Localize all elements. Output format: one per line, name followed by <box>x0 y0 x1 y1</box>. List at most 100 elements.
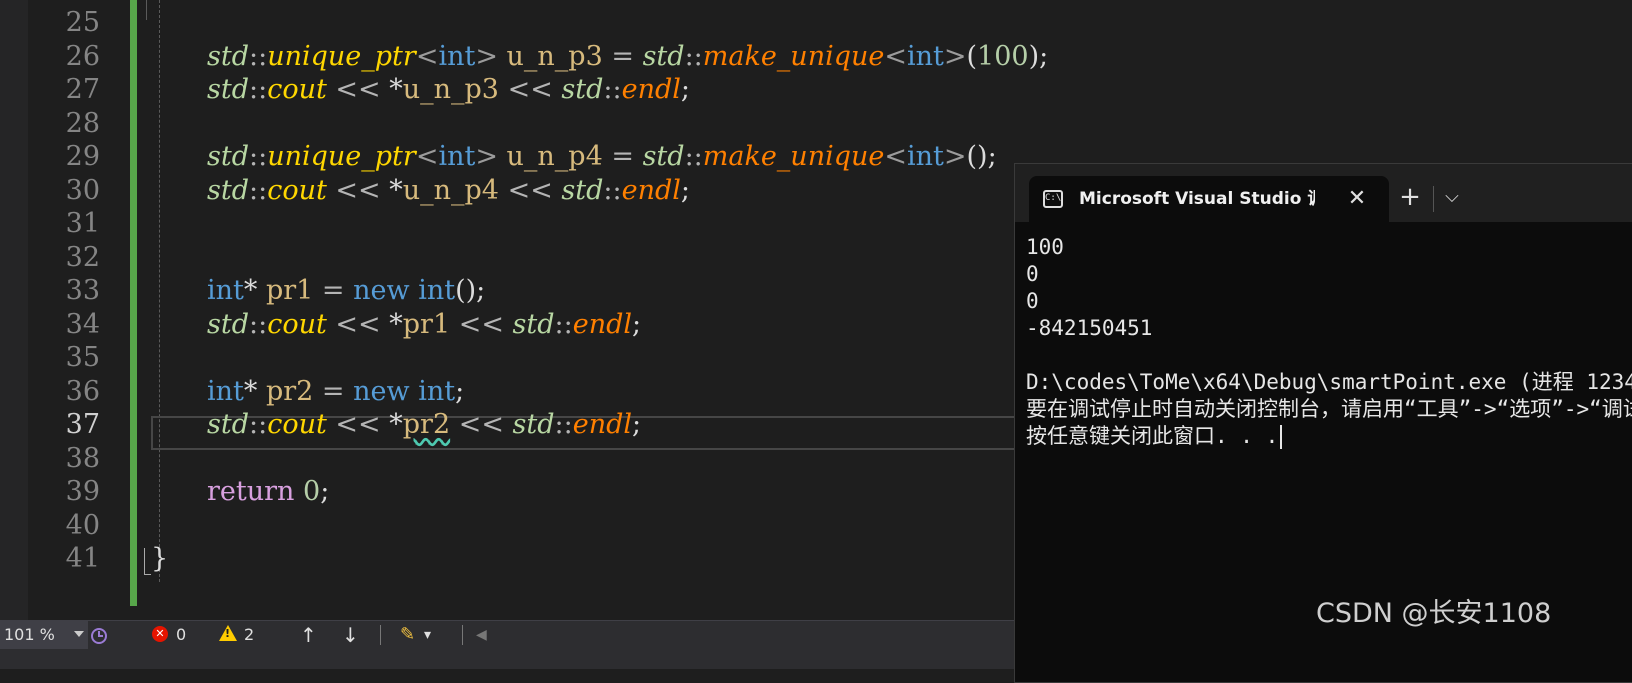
code-token: int <box>207 275 244 306</box>
terminal-icon: C:\ <box>1043 190 1063 208</box>
zoom-level: 101 % <box>4 625 55 644</box>
line-number: 41 <box>65 543 100 574</box>
code-token: endl <box>621 174 681 206</box>
line-number: 30 <box>65 174 100 206</box>
code-token: endl <box>572 308 633 340</box>
code-token: int <box>907 141 944 172</box>
console-tab[interactable]: C:\ Microsoft Visual Studio 调试控制台 ✕ <box>1029 176 1389 222</box>
code-token: :: <box>249 174 268 206</box>
warning-icon-mark: ! <box>225 627 231 640</box>
code-token: > <box>475 40 498 72</box>
code-token: :: <box>603 174 622 206</box>
code-token: cout <box>267 409 327 440</box>
code-token: std <box>207 74 249 105</box>
code-text: std::cout << *pr1 << std::endl; <box>207 308 641 342</box>
line-number: 32 <box>65 241 100 273</box>
console-output-line: -842150451 <box>1026 316 1153 340</box>
code-text: std::cout << *pr2 << std::endl; <box>207 408 641 442</box>
code-token: * <box>243 275 258 306</box>
code-token: std <box>207 308 249 340</box>
line-number: 39 <box>65 476 100 507</box>
previous-issue-icon[interactable]: ↑ <box>300 621 317 649</box>
console-output[interactable]: 100 0 0 -842150451 D:\codes\ToMe\x64\Debug\s… <box>1026 234 1632 654</box>
code-text: std::unique_ptr<int> u_n_p4 = std::make_… <box>207 140 997 174</box>
code-token: cout <box>267 308 327 340</box>
line-number: 28 <box>65 107 100 139</box>
code-text: } <box>151 542 168 576</box>
code-token: new <box>353 275 410 306</box>
warning-squiggle-token: pr2 <box>402 409 451 440</box>
code-line[interactable]: 25 <box>0 6 1632 40</box>
code-token: pr1 <box>402 308 451 340</box>
code-token: << <box>499 74 562 105</box>
error-count[interactable]: 0 <box>176 621 186 649</box>
zoom-dropdown[interactable]: 101 % <box>0 621 88 649</box>
code-line[interactable]: 26 std::unique_ptr<int> u_n_p3 = std::mak… <box>0 40 1632 74</box>
error-icon[interactable]: ✕ <box>152 626 168 642</box>
console-tab-bar: C:\ Microsoft Visual Studio 调试控制台 ✕ + ⌵ <box>1015 164 1632 222</box>
text-cursor <box>1280 425 1283 449</box>
code-token: make_unique <box>702 40 885 72</box>
code-token: cout <box>267 74 327 105</box>
warning-count[interactable]: 2 <box>244 621 254 649</box>
code-token: std <box>642 40 685 72</box>
code-token: * <box>389 308 403 340</box>
code-token: endl <box>621 74 681 105</box>
code-token: ); <box>1028 40 1049 72</box>
line-number: 29 <box>65 141 100 172</box>
code-token: int <box>207 375 244 407</box>
code-token: pr2 <box>257 375 322 407</box>
code-cleanup-icon[interactable]: ✎ <box>400 621 415 649</box>
code-token: std <box>207 409 249 440</box>
line-number: 27 <box>65 74 100 105</box>
code-token: std <box>642 141 685 172</box>
code-token: :: <box>554 409 573 440</box>
code-token: = <box>321 375 345 407</box>
code-token: ; <box>320 476 330 507</box>
code-token: u_n_p3 <box>497 40 612 72</box>
code-text: int* pr1 = new int(); <box>207 274 485 308</box>
code-token: > <box>943 40 967 72</box>
code-token: int <box>438 40 476 72</box>
console-output-line: 100 <box>1026 235 1064 259</box>
code-line[interactable]: 27 std::cout << *u_n_p3 << std::endl; <box>0 73 1632 107</box>
code-token: unique_ptr <box>267 141 416 172</box>
console-output-line: 0 <box>1026 262 1039 286</box>
code-token: < <box>884 40 907 72</box>
console-output-line: D:\codes\ToMe\x64\Debug\smartPoint.exe (… <box>1026 370 1632 394</box>
code-token: int <box>418 275 456 306</box>
code-token: u_n_p3 <box>402 74 499 105</box>
code-token: < <box>884 141 907 172</box>
code-line[interactable]: 28 <box>0 107 1632 141</box>
next-issue-icon[interactable]: ↓ <box>342 621 359 649</box>
code-token: endl <box>572 409 633 440</box>
code-token: ; <box>680 74 691 105</box>
code-token: ; <box>632 308 642 340</box>
code-token: std <box>512 409 555 440</box>
code-token: int <box>907 40 944 72</box>
new-tab-button[interactable]: + <box>1395 182 1425 212</box>
code-token: } <box>151 543 169 574</box>
code-token: * <box>389 174 403 206</box>
code-token: << <box>450 409 513 440</box>
code-token: :: <box>249 409 268 440</box>
scroll-left-icon[interactable]: ◀ <box>476 621 487 649</box>
line-number: 34 <box>65 308 100 340</box>
health-indicator-icon[interactable] <box>90 621 112 649</box>
line-number: 40 <box>65 509 100 541</box>
chevron-down-icon[interactable]: ⌵ <box>1437 182 1467 212</box>
code-token: :: <box>249 74 268 105</box>
chevron-down-icon <box>74 631 84 637</box>
code-token: (); <box>966 141 997 172</box>
code-token: unique_ptr <box>267 40 416 72</box>
code-token: std <box>512 308 555 340</box>
chevron-down-icon[interactable]: ▾ <box>424 621 431 649</box>
status-divider <box>462 625 463 645</box>
code-token: << <box>326 409 390 440</box>
close-icon[interactable]: ✕ <box>1343 184 1371 214</box>
